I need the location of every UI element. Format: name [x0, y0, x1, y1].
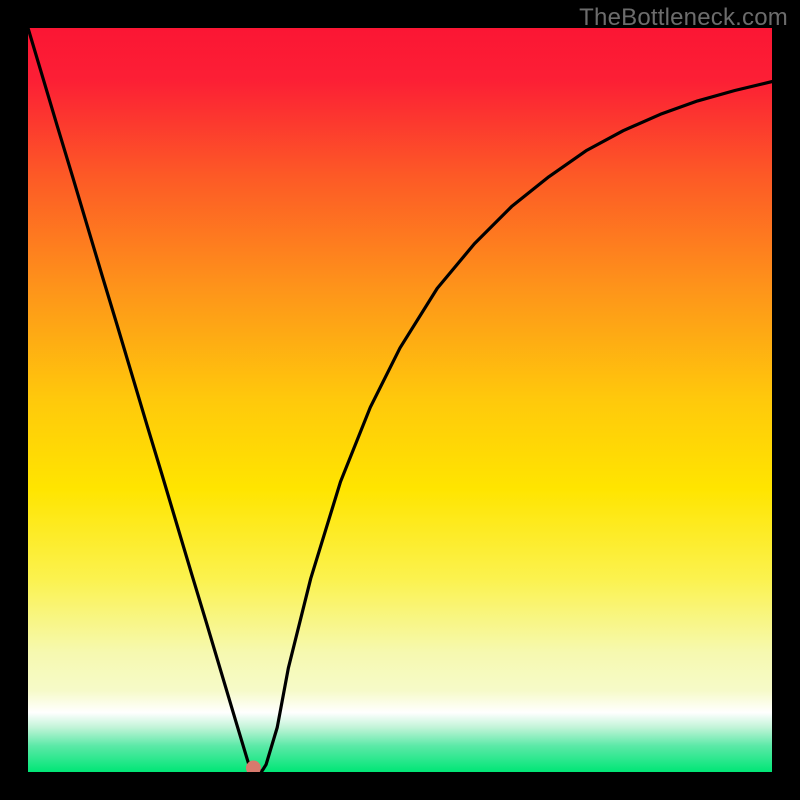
plot-area [28, 28, 772, 772]
chart-frame: TheBottleneck.com [0, 0, 800, 800]
attribution-label: TheBottleneck.com [579, 4, 788, 32]
chart-svg [28, 28, 772, 772]
